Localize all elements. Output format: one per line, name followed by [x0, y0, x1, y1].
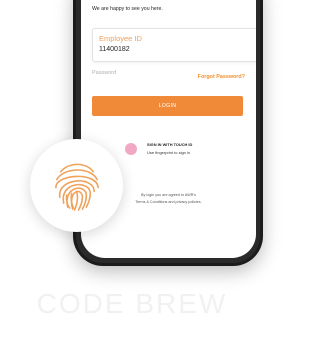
employee-id-value: 11400182 — [99, 46, 130, 53]
employee-id-label: Employee ID — [99, 34, 142, 43]
password-field[interactable]: Password — [92, 70, 116, 76]
fingerprint-badge — [30, 139, 123, 232]
touch-id-icon[interactable] — [125, 143, 137, 155]
employee-id-field[interactable]: Employee ID 11400182 — [92, 28, 256, 62]
touch-id-title[interactable]: SIGN IN WITH TOUCH ID — [147, 142, 192, 147]
fingerprint-icon — [55, 163, 99, 211]
brand-watermark: CODE BREW — [36, 288, 228, 319]
welcome-text: We are happy to see you here. — [92, 6, 163, 12]
touch-id-subtitle: Use fingerprint to sign in — [147, 150, 191, 155]
login-button[interactable]: LOGIN — [92, 96, 243, 116]
forgot-password-link[interactable]: Forgot Password? — [198, 74, 245, 80]
